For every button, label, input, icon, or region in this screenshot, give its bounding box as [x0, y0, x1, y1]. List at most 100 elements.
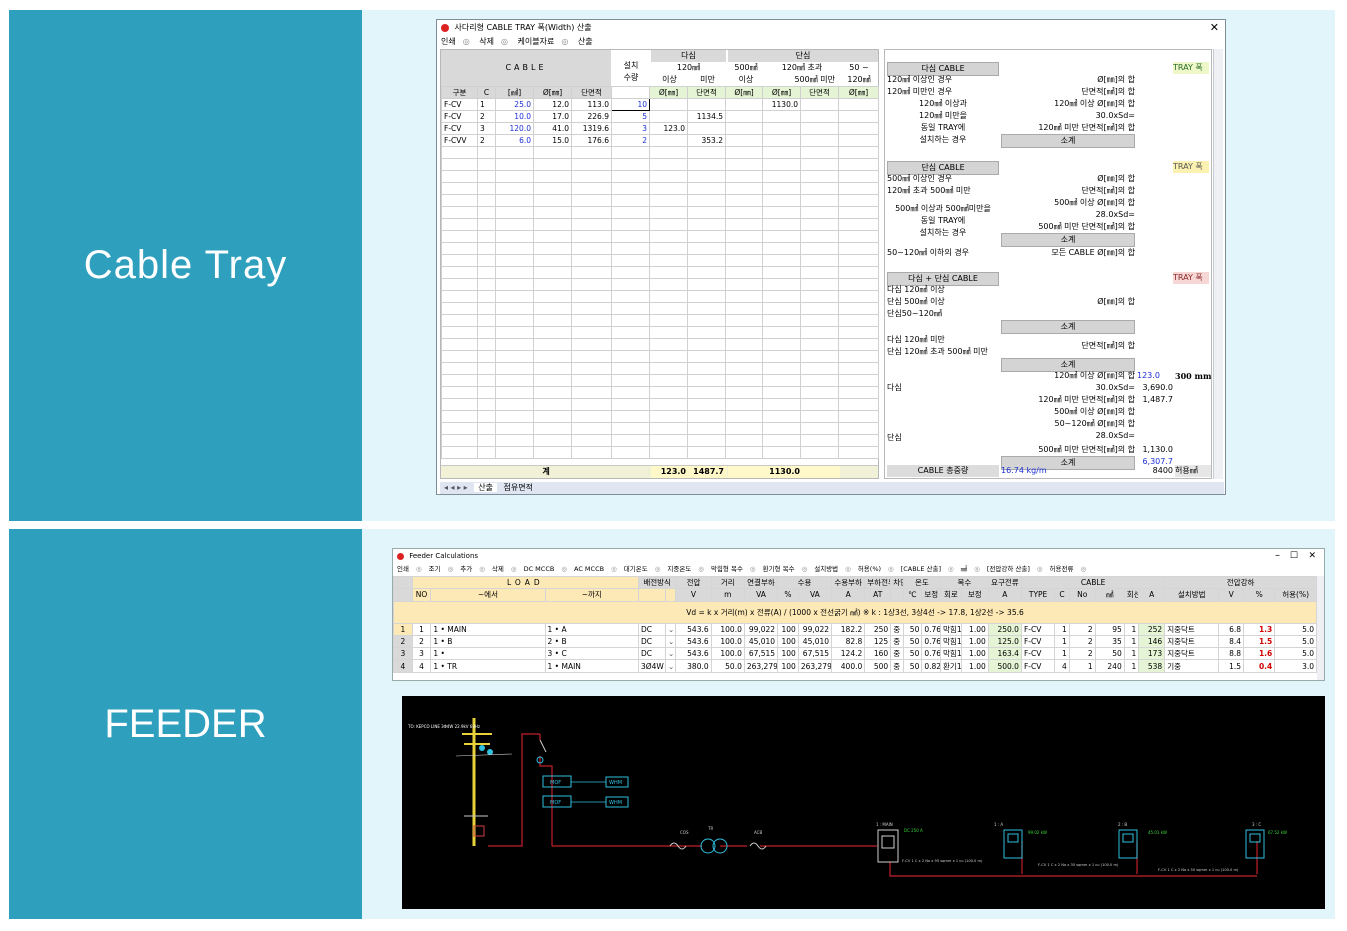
- table-cell[interactable]: [571, 446, 612, 459]
- table-cell[interactable]: [477, 254, 496, 267]
- table-cell[interactable]: [687, 350, 726, 363]
- table-cell[interactable]: [725, 182, 763, 195]
- table-cell[interactable]: [477, 398, 496, 411]
- table-cell[interactable]: [838, 170, 879, 183]
- menu-item[interactable]: 대기온도: [624, 565, 648, 573]
- table-cell[interactable]: [838, 422, 879, 435]
- table-cell[interactable]: [533, 266, 572, 279]
- table-cell[interactable]: [495, 158, 534, 171]
- table-cell[interactable]: [687, 446, 726, 459]
- table-cell[interactable]: [762, 278, 801, 291]
- table-cell[interactable]: 4: [411, 659, 432, 673]
- table-cell[interactable]: [800, 374, 839, 387]
- table-cell[interactable]: [495, 242, 534, 255]
- table-cell[interactable]: [571, 158, 612, 171]
- table-cell[interactable]: [571, 254, 612, 267]
- table-cell[interactable]: 160: [864, 647, 892, 661]
- table-cell[interactable]: [762, 434, 801, 447]
- table-cell[interactable]: [533, 350, 572, 363]
- table-cell[interactable]: 지중닥트: [1164, 622, 1220, 636]
- table-cell[interactable]: [495, 350, 534, 363]
- table-cell[interactable]: [800, 242, 839, 255]
- table-cell[interactable]: [687, 422, 726, 435]
- dropdown-chevron-icon[interactable]: ⌄: [664, 634, 677, 649]
- table-cell[interactable]: [762, 122, 801, 135]
- table-cell[interactable]: [611, 350, 650, 363]
- table-cell[interactable]: 중: [890, 647, 904, 661]
- table-cell[interactable]: [838, 290, 879, 303]
- table-cell[interactable]: 1.00: [960, 659, 989, 673]
- table-cell[interactable]: 50: [902, 622, 923, 636]
- table-cell[interactable]: [800, 134, 839, 147]
- table-cell[interactable]: 123.0: [649, 122, 688, 135]
- table-cell[interactable]: [649, 386, 688, 399]
- table-cell[interactable]: 2: [411, 634, 432, 649]
- table-cell[interactable]: 82.8: [831, 634, 866, 649]
- table-cell[interactable]: 50: [902, 659, 923, 673]
- table-cell[interactable]: [477, 170, 496, 183]
- table-cell[interactable]: [533, 182, 572, 195]
- table-cell[interactable]: [838, 410, 879, 423]
- table-cell[interactable]: 17.0: [533, 110, 572, 123]
- table-cell[interactable]: 10.0: [495, 110, 534, 123]
- table-cell[interactable]: 5.0: [1274, 622, 1317, 636]
- table-cell[interactable]: 45,010: [743, 634, 779, 649]
- table-cell[interactable]: 1.00: [960, 634, 989, 649]
- table-cell[interactable]: [800, 182, 839, 195]
- table-cell[interactable]: 543.6: [675, 622, 712, 636]
- menu-item[interactable]: 인쇄: [397, 565, 409, 573]
- table-cell[interactable]: [533, 314, 572, 327]
- table-cell[interactable]: [441, 242, 478, 255]
- table-cell[interactable]: [495, 386, 534, 399]
- table-cell[interactable]: 3: [411, 647, 432, 661]
- table-cell[interactable]: 1: [1054, 634, 1070, 649]
- table-cell[interactable]: [687, 158, 726, 171]
- table-cell[interactable]: [687, 98, 726, 111]
- table-cell[interactable]: [441, 446, 478, 459]
- table-cell[interactable]: [687, 362, 726, 375]
- table-cell[interactable]: [762, 446, 801, 459]
- table-cell[interactable]: [477, 302, 496, 315]
- table-cell[interactable]: 176.6: [571, 134, 612, 147]
- table-cell[interactable]: [725, 170, 763, 183]
- table-cell[interactable]: [533, 326, 572, 339]
- menu-item[interactable]: [CABLE 산출]: [901, 565, 941, 573]
- table-cell[interactable]: [725, 290, 763, 303]
- table-cell[interactable]: [477, 206, 496, 219]
- table-cell[interactable]: DC: [637, 634, 666, 649]
- table-cell[interactable]: [800, 158, 839, 171]
- table-cell[interactable]: [687, 326, 726, 339]
- table-cell[interactable]: [838, 158, 879, 171]
- menu-item[interactable]: 추가: [460, 565, 472, 573]
- table-cell[interactable]: 1: [477, 98, 496, 111]
- table-cell[interactable]: [533, 434, 572, 447]
- table-cell[interactable]: [725, 98, 763, 111]
- table-cell[interactable]: [687, 386, 726, 399]
- table-cell[interactable]: [533, 398, 572, 411]
- table-cell[interactable]: [649, 422, 688, 435]
- table-cell[interactable]: [495, 362, 534, 375]
- table-cell[interactable]: [571, 410, 612, 423]
- table-cell[interactable]: 100.0: [710, 634, 745, 649]
- table-cell[interactable]: 1.5: [1218, 659, 1245, 673]
- table-cell[interactable]: [800, 110, 839, 123]
- table-cell[interactable]: [725, 278, 763, 291]
- table-cell[interactable]: 3: [611, 122, 650, 135]
- maximize-icon[interactable]: ☐: [1290, 549, 1298, 563]
- table-cell[interactable]: [649, 326, 688, 339]
- table-cell[interactable]: [838, 218, 879, 231]
- table-cell[interactable]: 240: [1094, 659, 1125, 673]
- table-cell[interactable]: [611, 146, 650, 159]
- table-cell[interactable]: [441, 350, 478, 363]
- table-cell[interactable]: [477, 146, 496, 159]
- table-cell[interactable]: [571, 386, 612, 399]
- table-cell[interactable]: [762, 218, 801, 231]
- table-cell[interactable]: [477, 326, 496, 339]
- close-icon[interactable]: ✕: [1308, 549, 1316, 563]
- table-cell[interactable]: [687, 410, 726, 423]
- table-cell[interactable]: 5.0: [1274, 634, 1317, 649]
- table-cell[interactable]: [495, 434, 534, 447]
- table-cell[interactable]: [762, 266, 801, 279]
- table-cell[interactable]: [571, 266, 612, 279]
- table-cell[interactable]: [533, 158, 572, 171]
